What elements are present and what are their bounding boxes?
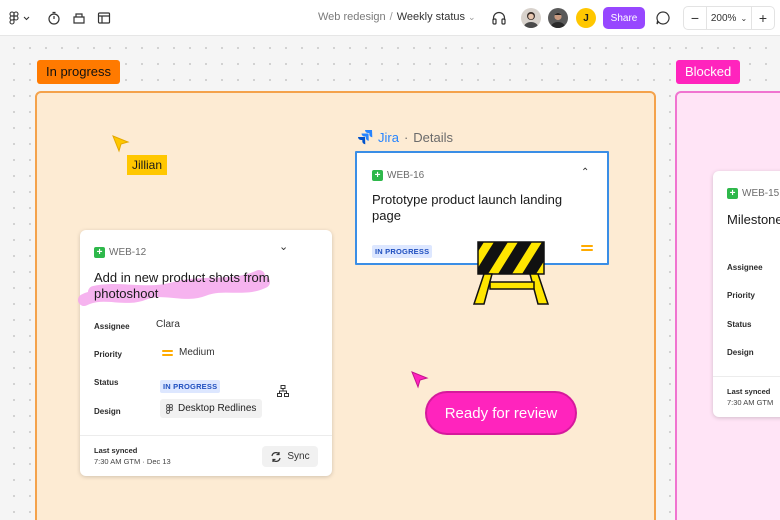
design-label: Design: [94, 407, 121, 416]
toolbar: Web redesign / Weekly status ⌄ J Share − 20…: [0, 0, 780, 36]
issue-key: + WEB-12: [94, 247, 146, 258]
timer-icon[interactable]: [45, 9, 63, 27]
zoom-in-button[interactable]: +: [752, 7, 774, 29]
sync-icon: [271, 451, 281, 462]
priority-label: Priority: [727, 291, 756, 300]
issue-key-text: WEB-16: [387, 170, 425, 181]
chevron-down-icon[interactable]: ⌄: [279, 240, 288, 253]
cursor-name-tag: Jillian: [127, 155, 168, 175]
assignee-label: Assignee: [727, 263, 763, 272]
cursor-arrow-icon: [410, 370, 430, 395]
jira-widget-header: Jira · Details: [357, 129, 453, 145]
jira-story-icon: +: [372, 170, 383, 181]
jira-app-name: Jira: [378, 129, 399, 145]
ready-for-review-sticker[interactable]: Ready for review: [425, 391, 577, 435]
last-synced-label: Last synced: [727, 387, 771, 396]
jira-header-dot: ·: [403, 129, 409, 145]
construction-barrier-sticker[interactable]: [470, 240, 554, 311]
last-synced-time: 7:30 AM GTM · Dec 13: [94, 457, 171, 466]
status-badge-text: IN PROGRESS: [160, 380, 221, 393]
status-badge-text: IN PROGRESS: [372, 245, 433, 258]
headphones-icon[interactable]: [490, 9, 508, 27]
breadcrumb[interactable]: Web redesign / Weekly status ⌄: [318, 11, 476, 23]
breadcrumb-page[interactable]: Weekly status: [397, 11, 465, 23]
jira-story-icon: +: [727, 188, 738, 199]
jira-story-icon: +: [94, 247, 105, 258]
last-synced-label: Last synced: [94, 446, 138, 455]
avatar[interactable]: [548, 8, 568, 28]
breadcrumb-separator: /: [389, 11, 393, 23]
issue-key-text: WEB-15: [742, 188, 780, 199]
jira-logo-icon: [358, 130, 373, 145]
jira-card-web-12[interactable]: + WEB-12 ⌄ Add in new product shots from…: [78, 230, 332, 476]
figma-file-icon: [166, 403, 173, 414]
issue-key: + WEB-16: [372, 170, 424, 181]
issue-key-text: WEB-12: [109, 247, 147, 258]
divider: [80, 435, 332, 436]
design-label: Design: [727, 348, 754, 357]
layout-icon[interactable]: [95, 9, 113, 27]
avatar[interactable]: J: [576, 8, 596, 28]
hierarchy-icon[interactable]: [277, 384, 289, 402]
section-label-in-progress[interactable]: In progress: [37, 60, 121, 84]
issue-key: + WEB-15: [727, 188, 779, 199]
jira-header-subtitle: Details: [413, 129, 454, 145]
issue-title: Milestone: [727, 212, 780, 227]
design-link[interactable]: Desktop Redlines: [160, 399, 263, 418]
chevron-down-icon[interactable]: ⌄: [468, 12, 476, 22]
sync-button[interactable]: Sync: [262, 446, 318, 467]
assignee-value[interactable]: Clara: [156, 319, 180, 330]
priority-text: Medium: [179, 347, 215, 358]
divider: [713, 376, 780, 377]
zoom-level: 200%: [710, 12, 737, 24]
issue-title: Add in new product shots from photoshoot: [94, 270, 270, 301]
last-synced-time: 7:30 AM GTM: [727, 398, 774, 407]
status-label: Status: [727, 320, 752, 329]
avatar[interactable]: [521, 8, 541, 28]
priority-value[interactable]: Medium: [162, 347, 215, 358]
priority-medium-icon: [581, 239, 593, 257]
issue-title: Prototype product launch landing page: [372, 192, 563, 223]
status-badge: IN PROGRESS: [372, 241, 433, 259]
figma-menu-icon[interactable]: [9, 9, 31, 27]
status-label: Status: [94, 378, 119, 387]
priority-label: Priority: [94, 350, 123, 359]
chevron-up-icon[interactable]: ⌃: [581, 167, 589, 178]
comment-icon[interactable]: [654, 9, 672, 27]
share-button[interactable]: Share: [603, 7, 645, 29]
zoom-out-button[interactable]: −: [684, 7, 706, 29]
zoom-control: − 200% ⌄ +: [683, 6, 775, 30]
chevron-down-icon: ⌄: [740, 13, 748, 23]
assignee-label: Assignee: [94, 322, 130, 331]
jira-card-web-15[interactable]: + WEB-15 Milestone Assignee Priority Sta…: [713, 171, 780, 417]
breadcrumb-project[interactable]: Web redesign: [318, 11, 386, 23]
status-badge[interactable]: IN PROGRESS: [160, 376, 221, 394]
zoom-level-dropdown[interactable]: 200% ⌄: [706, 7, 752, 29]
assignee-name: Clara: [156, 319, 180, 330]
section-label-blocked[interactable]: Blocked: [676, 60, 741, 84]
priority-medium-icon: [162, 349, 173, 356]
widgets-icon[interactable]: [70, 9, 88, 27]
sync-label: Sync: [287, 451, 310, 462]
design-file-name: Desktop Redlines: [178, 403, 257, 414]
